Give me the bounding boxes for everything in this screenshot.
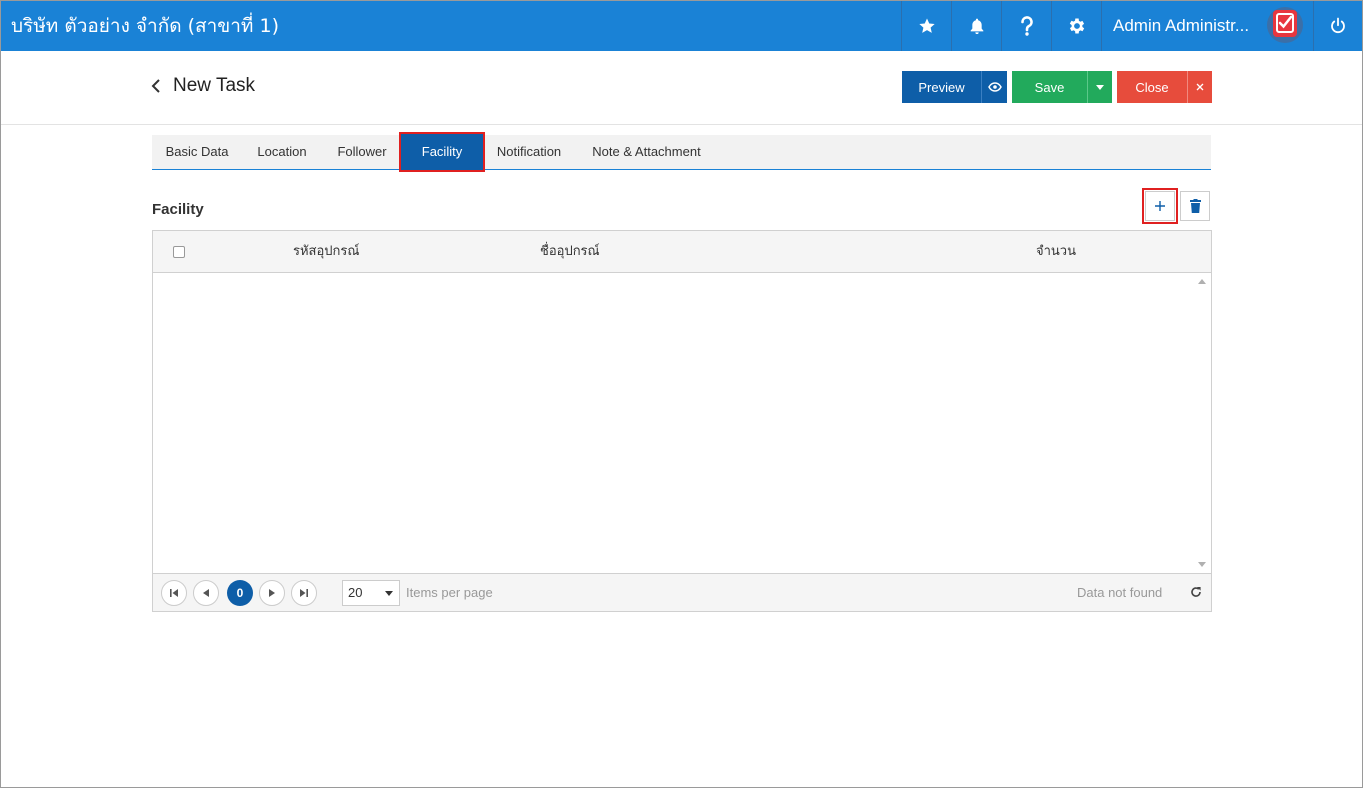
favorites-button[interactable]: [901, 1, 951, 51]
settings-button[interactable]: [1051, 1, 1101, 51]
pager-status: Data not found: [1077, 585, 1163, 600]
next-page-button[interactable]: [259, 580, 285, 606]
chevron-left-icon: [151, 79, 160, 93]
caret-down-icon: [1096, 84, 1104, 90]
add-facility-button[interactable]: [1142, 188, 1178, 224]
close-icon: [1196, 83, 1204, 91]
column-header-quantity[interactable]: จำนวน: [1036, 231, 1076, 273]
select-all-checkbox[interactable]: [173, 246, 185, 258]
close-button[interactable]: Close: [1117, 71, 1187, 103]
tab-facility[interactable]: Facility: [399, 132, 485, 172]
page-header: New Task Preview Save Close: [1, 51, 1362, 125]
help-button[interactable]: [1001, 1, 1051, 51]
last-page-button[interactable]: [291, 580, 317, 606]
prev-page-button[interactable]: [193, 580, 219, 606]
page-title: New Task: [173, 75, 256, 96]
power-icon: [1331, 17, 1345, 34]
refresh-icon: [1191, 587, 1201, 597]
user-menu[interactable]: Admin Administr...: [1101, 1, 1313, 51]
close-x-button[interactable]: [1187, 71, 1212, 103]
bell-icon: [970, 18, 983, 34]
grid-body: [153, 273, 1211, 573]
logout-button[interactable]: [1313, 1, 1362, 51]
vertical-scrollbar[interactable]: [1194, 273, 1211, 573]
tab-notification[interactable]: Notification: [484, 135, 574, 169]
prev-page-icon: [203, 589, 209, 597]
back-button[interactable]: [151, 78, 161, 99]
tab-follower[interactable]: Follower: [322, 135, 402, 169]
items-per-page-label: Items per page: [406, 585, 493, 600]
next-page-icon: [269, 589, 275, 597]
tab-location[interactable]: Location: [242, 135, 322, 169]
scroll-down-icon[interactable]: [1198, 562, 1206, 567]
tab-bar: Basic Data Location Follower Facility No…: [152, 132, 1211, 172]
top-navbar: บริษัท ตัวอย่าง จำกัด (สาขาที่ 1) Admin …: [1, 1, 1362, 51]
grid-header: รหัสอุปกรณ์ ชื่ออุปกรณ์ จำนวน: [153, 231, 1211, 273]
star-icon: [918, 18, 935, 33]
plus-icon: [1155, 201, 1165, 211]
facility-grid: รหัสอุปกรณ์ ชื่ออุปกรณ์ จำนวน 0 20 Items…: [152, 230, 1212, 612]
help-icon: [1020, 16, 1033, 36]
first-page-icon: [170, 589, 178, 597]
column-header-code[interactable]: รหัสอุปกรณ์: [293, 231, 359, 273]
scroll-up-icon[interactable]: [1198, 279, 1206, 284]
dropdown-arrow-icon: [385, 591, 393, 596]
tab-basic-data[interactable]: Basic Data: [152, 135, 242, 169]
section-title: Facility: [152, 201, 204, 218]
company-name[interactable]: บริษัท ตัวอย่าง จำกัด (สาขาที่ 1): [11, 1, 279, 51]
preview-eye-button[interactable]: [981, 71, 1007, 103]
page-size-value: 20: [348, 585, 363, 600]
save-button[interactable]: Save: [1012, 71, 1087, 103]
first-page-button[interactable]: [161, 580, 187, 606]
trash-icon: [1189, 199, 1201, 213]
app-logo-icon: [1273, 10, 1297, 37]
delete-facility-button[interactable]: [1180, 191, 1210, 221]
pager: 0 20 Items per page Data not found: [153, 573, 1211, 611]
eye-icon: [987, 82, 1002, 92]
current-page[interactable]: 0: [227, 580, 253, 606]
save-options-button[interactable]: [1087, 71, 1112, 103]
user-name: Admin Administr...: [1113, 16, 1250, 35]
page-size-select[interactable]: 20: [342, 580, 400, 606]
notifications-button[interactable]: [951, 1, 1001, 51]
gear-icon: [1069, 18, 1084, 34]
column-header-name[interactable]: ชื่ออุปกรณ์: [540, 231, 600, 273]
avatar[interactable]: [1267, 7, 1303, 43]
tab-note-attachment[interactable]: Note & Attachment: [574, 135, 719, 169]
refresh-button[interactable]: [1190, 585, 1202, 603]
last-page-icon: [300, 589, 308, 597]
preview-button[interactable]: Preview: [902, 71, 981, 103]
